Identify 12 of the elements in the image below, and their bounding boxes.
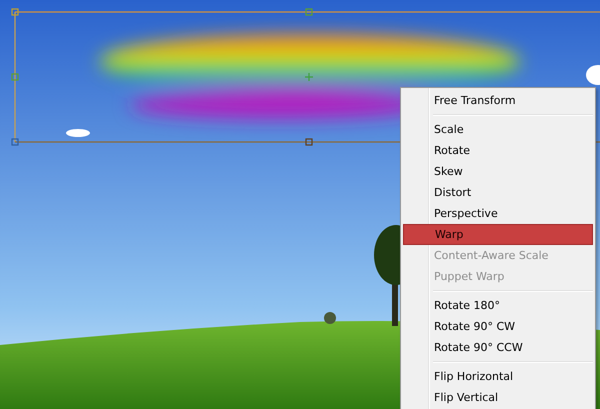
menu-item[interactable]: Rotate 90° CCW (403, 337, 593, 358)
menu-item[interactable]: Rotate 90° CW (403, 316, 593, 337)
menu-item[interactable]: Perspective (403, 203, 593, 224)
menu-item[interactable]: Rotate 180° (403, 295, 593, 316)
menu-item[interactable]: Scale (403, 119, 593, 140)
menu-item[interactable]: Free Transform (403, 90, 593, 111)
menu-item[interactable]: Rotate (403, 140, 593, 161)
menu-item[interactable]: Flip Horizontal (403, 366, 593, 387)
menu-item[interactable]: Skew (403, 161, 593, 182)
menu-item[interactable]: Warp (403, 224, 593, 245)
menu-item[interactable]: Flip Vertical (403, 387, 593, 408)
menu-item[interactable]: Distort (403, 182, 593, 203)
